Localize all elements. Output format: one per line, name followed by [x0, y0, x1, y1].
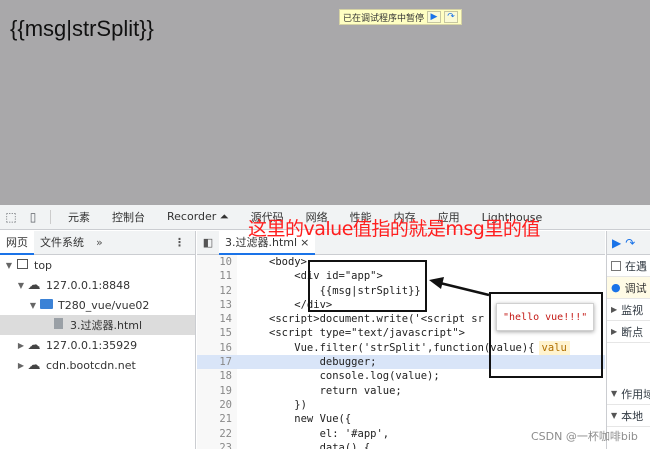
chevron-right-icon: ▶	[611, 305, 618, 314]
toggle-navigator-icon[interactable]: ◧	[197, 236, 219, 249]
folder-icon	[38, 298, 54, 312]
tab-filesystem[interactable]: 文件系统	[34, 231, 90, 255]
local-scope-label: 本地	[621, 409, 644, 423]
breakpoints-section[interactable]: ▶ 断点	[607, 321, 650, 343]
line-number[interactable]: 22	[197, 426, 237, 441]
scope-section[interactable]: ▼ 作用域	[607, 383, 650, 405]
line-number[interactable]: 17	[197, 355, 237, 370]
page-viewport: {{msg|strSplit}} 已在调试程序中暂停 ▶ ↷	[0, 0, 650, 205]
code-text: })	[269, 398, 307, 411]
line-number[interactable]: 15	[197, 326, 237, 341]
tree-item[interactable]: ▶ ☁ cdn.bootcdn.net	[0, 355, 195, 375]
line-number[interactable]: 10	[197, 255, 237, 270]
code-line: 19 return value;	[197, 383, 605, 398]
paused-in-debugger-banner: 已在调试程序中暂停 ▶ ↷	[339, 9, 463, 25]
resume-icon[interactable]: ▶	[427, 11, 442, 23]
file-tree: ▼ top ▼ ☁ 127.0.0.1:8848 ▼ T280_vue/vue02 3.过滤器…	[0, 255, 195, 375]
checkbox-icon[interactable]	[611, 260, 621, 271]
code-line: 20 })	[197, 397, 605, 413]
step-over-icon[interactable]: ↷	[625, 236, 635, 250]
code-text: <script>document.write('<script sr	[269, 313, 484, 326]
code-text: return value;	[269, 384, 402, 397]
annotation-box-template	[308, 260, 427, 312]
line-number[interactable]: 16	[197, 340, 237, 356]
line-number[interactable]: 20	[197, 397, 237, 413]
pause-on-exceptions-row[interactable]: 在遇	[607, 255, 650, 277]
device-toolbar-icon[interactable]: ▯	[22, 210, 44, 224]
scope-label: 作用域	[621, 387, 650, 401]
chevron-down-icon[interactable]: ▼	[28, 301, 38, 310]
line-number[interactable]: 14	[197, 312, 237, 327]
line-number[interactable]: 13	[197, 297, 237, 313]
rendered-template-text: {{msg|strSplit}}	[10, 16, 154, 41]
tree-item[interactable]: 3.过滤器.html	[0, 315, 195, 335]
line-number[interactable]: 12	[197, 283, 237, 298]
navigator-tabs: 网页 文件系统 » ⋮	[0, 230, 195, 255]
cloud-icon: ☁	[27, 337, 41, 353]
line-number[interactable]: 23	[197, 440, 237, 449]
local-scope-row[interactable]: ▼ 本地	[607, 405, 650, 427]
tree-item-label: 3.过滤器.html	[70, 319, 143, 332]
debugger-paused-label: 调试	[624, 281, 647, 295]
tree-item[interactable]: ▼ ☁ 127.0.0.1:8848	[0, 275, 195, 295]
line-number[interactable]: 11	[197, 269, 237, 284]
annotation-box-value	[489, 292, 603, 378]
tab-console[interactable]: 控制台	[101, 209, 156, 225]
code-text: <body>	[269, 256, 307, 268]
cloud-icon: ☁	[27, 357, 41, 373]
pause-on-exceptions-label: 在遇	[625, 259, 647, 273]
inspect-element-icon[interactable]: ⬚	[0, 210, 22, 224]
watch-label: 监视	[621, 303, 644, 317]
code-text: new Vue({	[269, 413, 352, 426]
sources-navigator: 网页 文件系统 » ⋮ ▼ top ▼ ☁ 127.0.0.1:8848 ▼ T280_vu…	[0, 230, 196, 449]
file-icon	[50, 318, 66, 332]
tab-elements[interactable]: 元素	[57, 209, 101, 225]
code-line: 21 new Vue({	[197, 412, 605, 427]
annotation-note: 这里的value值指的就是msg里的值	[248, 218, 540, 240]
info-icon: ●	[611, 281, 621, 294]
tab-recorder[interactable]: Recorder ⏶	[156, 210, 240, 224]
tree-item[interactable]: ▼ T280_vue/vue02	[0, 295, 195, 315]
chevron-right-icon[interactable]: ▶	[16, 341, 26, 350]
more-tabs-icon[interactable]: »	[96, 236, 103, 249]
chevron-down-icon[interactable]: ▼	[4, 261, 14, 270]
breakpoints-label: 断点	[621, 325, 644, 339]
line-number[interactable]: 19	[197, 383, 237, 398]
tree-item-label: T280_vue/vue02	[58, 298, 150, 312]
watch-section[interactable]: ▶ 监视	[607, 299, 650, 321]
code-text: data() {	[269, 441, 371, 449]
chevron-down-icon: ▼	[611, 411, 618, 420]
resume-script-icon[interactable]: ▶	[612, 236, 621, 250]
chevron-right-icon: ▶	[611, 327, 618, 336]
tree-item-label: 127.0.0.1:8848	[46, 278, 131, 292]
debugger-sidebar: ▶ ↷ 在遇 ● 调试 ▶ 监视 ▶ 断点 ▼ 作用域 ▼ 本地	[606, 231, 650, 449]
chevron-down-icon[interactable]: ▼	[16, 281, 26, 290]
chevron-right-icon[interactable]: ▶	[16, 361, 26, 370]
csdn-watermark: CSDN @一杯咖啡bib	[531, 430, 638, 443]
tree-item[interactable]: ▶ ☁ 127.0.0.1:35929	[0, 335, 195, 355]
code-text: debugger;	[269, 356, 377, 369]
navigator-menu-icon[interactable]: ⋮	[174, 236, 185, 249]
step-over-icon[interactable]: ↷	[444, 11, 459, 23]
line-number[interactable]: 18	[197, 369, 237, 384]
code-text: el: '#app',	[269, 427, 390, 440]
chevron-down-icon: ▼	[611, 389, 618, 398]
code-text: console.log(value);	[269, 370, 440, 383]
tree-item-label: top	[34, 258, 53, 272]
line-number[interactable]: 21	[197, 412, 237, 427]
tree-item-label: 127.0.0.1:35929	[46, 338, 138, 352]
tree-item-label: cdn.bootcdn.net	[46, 358, 136, 372]
toolbar-divider	[50, 210, 51, 224]
code-text: <script type="text/javascript">	[269, 327, 465, 340]
debugger-controls: ▶ ↷	[607, 231, 650, 255]
tree-item[interactable]: ▼ top	[0, 255, 195, 275]
cloud-icon: ☁	[27, 277, 41, 293]
tab-page[interactable]: 网页	[0, 230, 34, 255]
debugger-paused-row: ● 调试	[607, 277, 650, 299]
paused-banner-label: 已在调试程序中暂停	[343, 13, 425, 24]
frame-icon	[14, 258, 30, 272]
